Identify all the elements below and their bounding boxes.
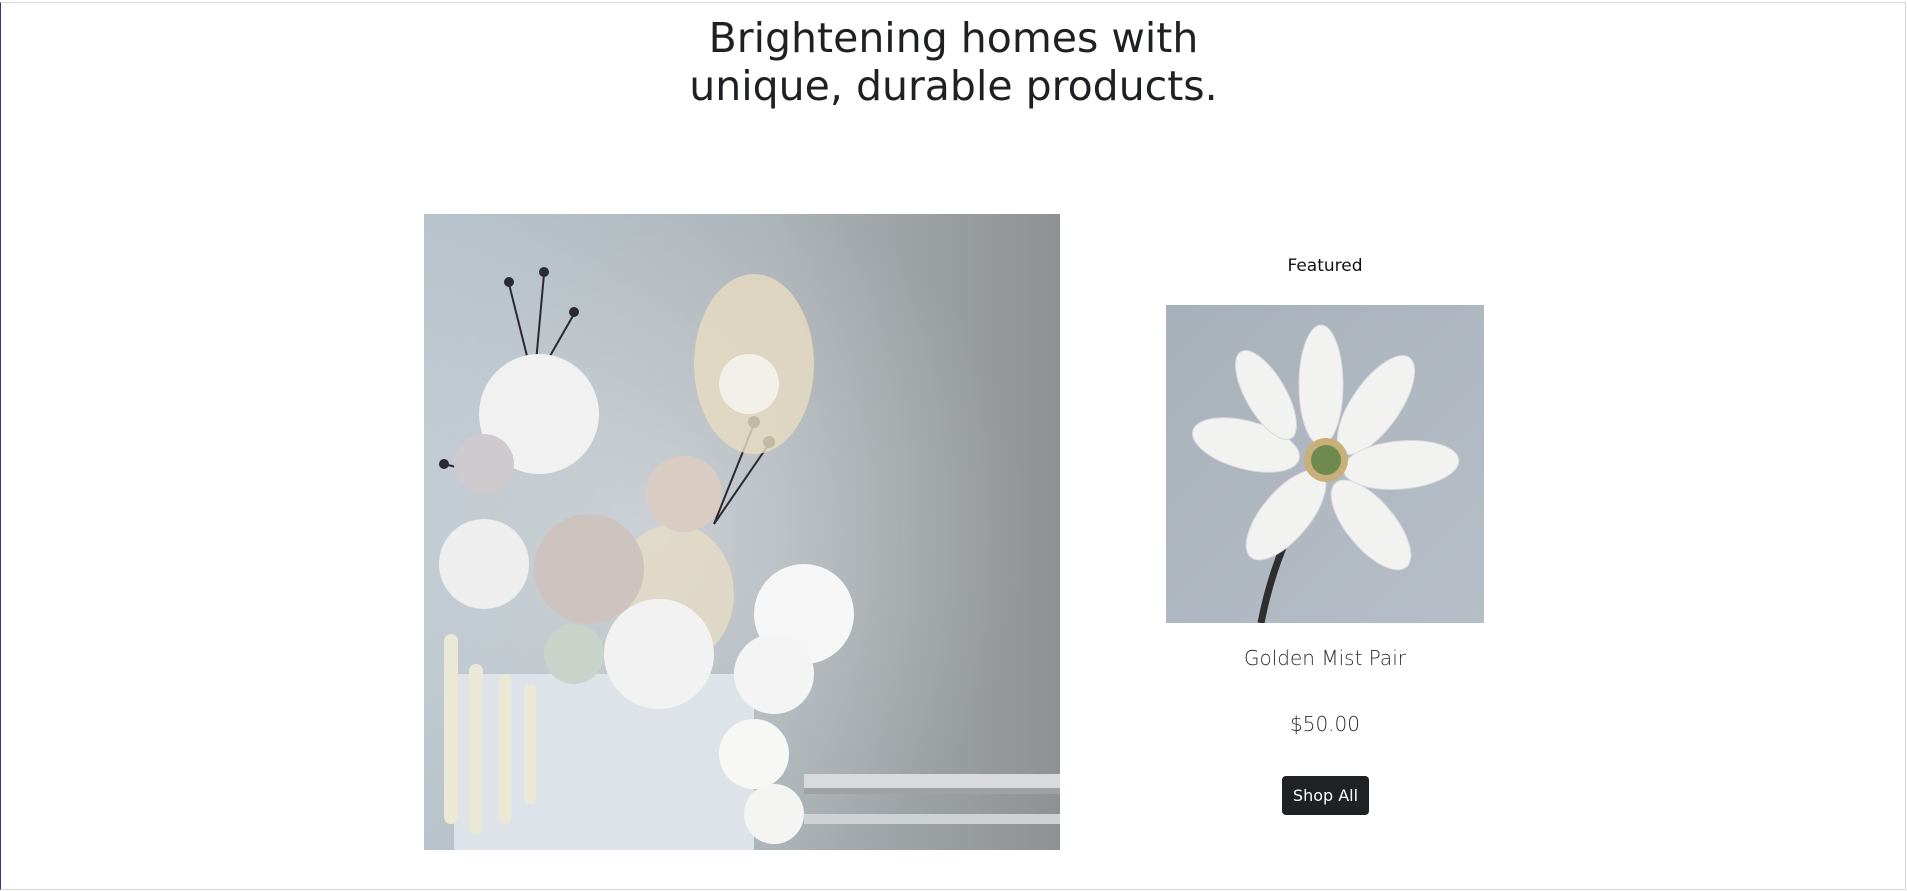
product-name[interactable]: Golden Mist Pair — [1166, 646, 1484, 670]
bouquet-hero-image — [424, 214, 1060, 850]
product-image[interactable] — [1166, 305, 1484, 623]
hero-heading-line-2: unique, durable products. — [689, 62, 1218, 110]
shop-all-button[interactable]: Shop All — [1282, 776, 1369, 815]
featured-label: Featured — [1287, 256, 1363, 276]
hero-heading-line-1: Brightening homes with — [708, 14, 1199, 62]
product-price: $50.00 — [1290, 712, 1360, 736]
hero-heading: Brightening homes with unique, durable p… — [0, 14, 1907, 110]
